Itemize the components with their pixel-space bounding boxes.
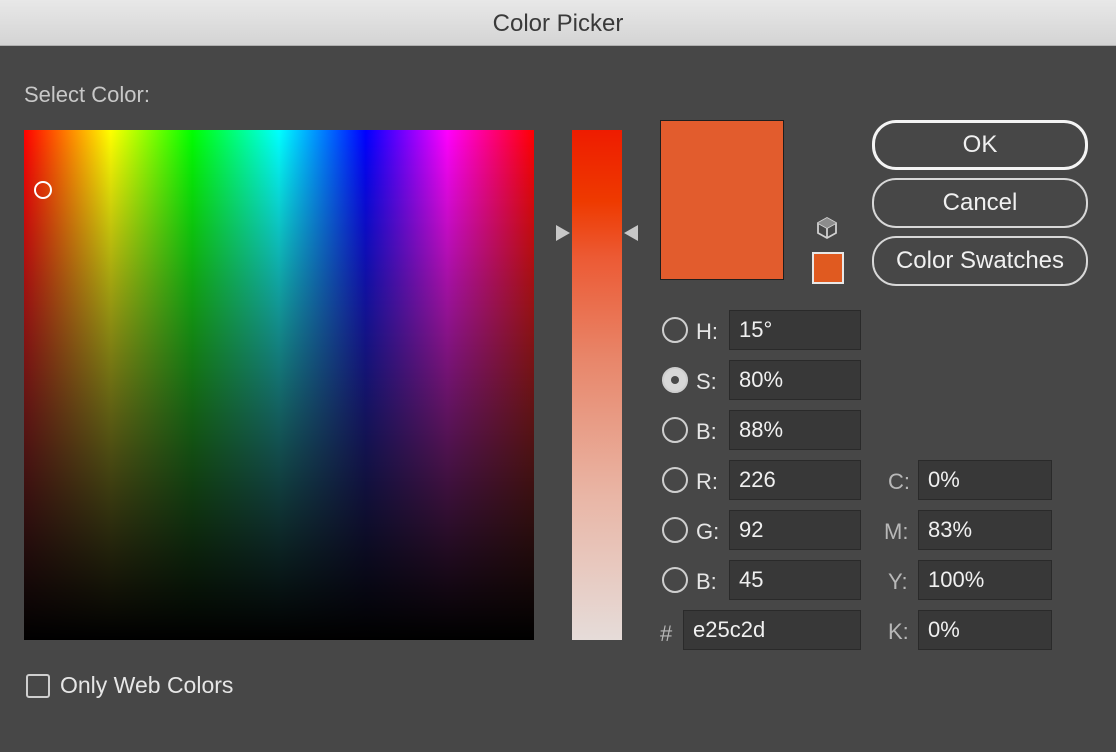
hex-label: #	[660, 621, 673, 646]
magenta-label: M:	[884, 519, 909, 544]
red-label: R:	[696, 469, 718, 494]
cyan-label: C:	[888, 469, 910, 494]
cyan-input[interactable]: 0%	[918, 460, 1052, 500]
yellow-label: Y:	[888, 569, 908, 594]
color-swatches-button[interactable]: Color Swatches	[872, 236, 1088, 286]
hue-radio[interactable]	[662, 317, 688, 343]
red-radio[interactable]	[662, 467, 688, 493]
black-input[interactable]: 0%	[918, 610, 1052, 650]
saturation-radio[interactable]	[662, 367, 688, 393]
brightness-label: B:	[696, 419, 717, 444]
magenta-input[interactable]: 83%	[918, 510, 1052, 550]
color-field[interactable]	[24, 130, 534, 640]
hue-input[interactable]: 15°	[729, 310, 861, 350]
color-field-marker[interactable]	[34, 181, 52, 199]
brightness-input[interactable]: 88%	[729, 410, 861, 450]
brightness-radio[interactable]	[662, 417, 688, 443]
hue-label: H:	[696, 319, 718, 344]
ok-button[interactable]: OK	[872, 120, 1088, 170]
saturation-slider[interactable]	[572, 130, 622, 640]
only-web-colors-checkbox[interactable]	[26, 674, 50, 698]
yellow-input[interactable]: 100%	[918, 560, 1052, 600]
only-web-colors-label: Only Web Colors	[60, 672, 234, 698]
window-title: Color Picker	[492, 10, 624, 37]
green-input[interactable]: 92	[729, 510, 861, 550]
hex-input[interactable]: e25c2d	[683, 610, 861, 650]
color-preview	[660, 120, 784, 280]
slider-handle-left[interactable]	[556, 225, 570, 241]
green-radio[interactable]	[662, 517, 688, 543]
title-bar: Color Picker	[0, 0, 1116, 46]
red-input[interactable]: 226	[729, 460, 861, 500]
green-label: G:	[696, 519, 720, 544]
blue-input[interactable]: 45	[729, 560, 861, 600]
blue-radio[interactable]	[662, 567, 688, 593]
cube-icon[interactable]	[814, 215, 840, 241]
saturation-label: S:	[696, 369, 717, 394]
slider-handle-right[interactable]	[624, 225, 638, 241]
saturation-input[interactable]: 80%	[729, 360, 861, 400]
websafe-color-swatch[interactable]	[812, 252, 844, 284]
black-label: K:	[888, 619, 909, 644]
blue-label: B:	[696, 569, 717, 594]
cancel-button[interactable]: Cancel	[872, 178, 1088, 228]
select-color-label: Select Color:	[24, 82, 150, 107]
